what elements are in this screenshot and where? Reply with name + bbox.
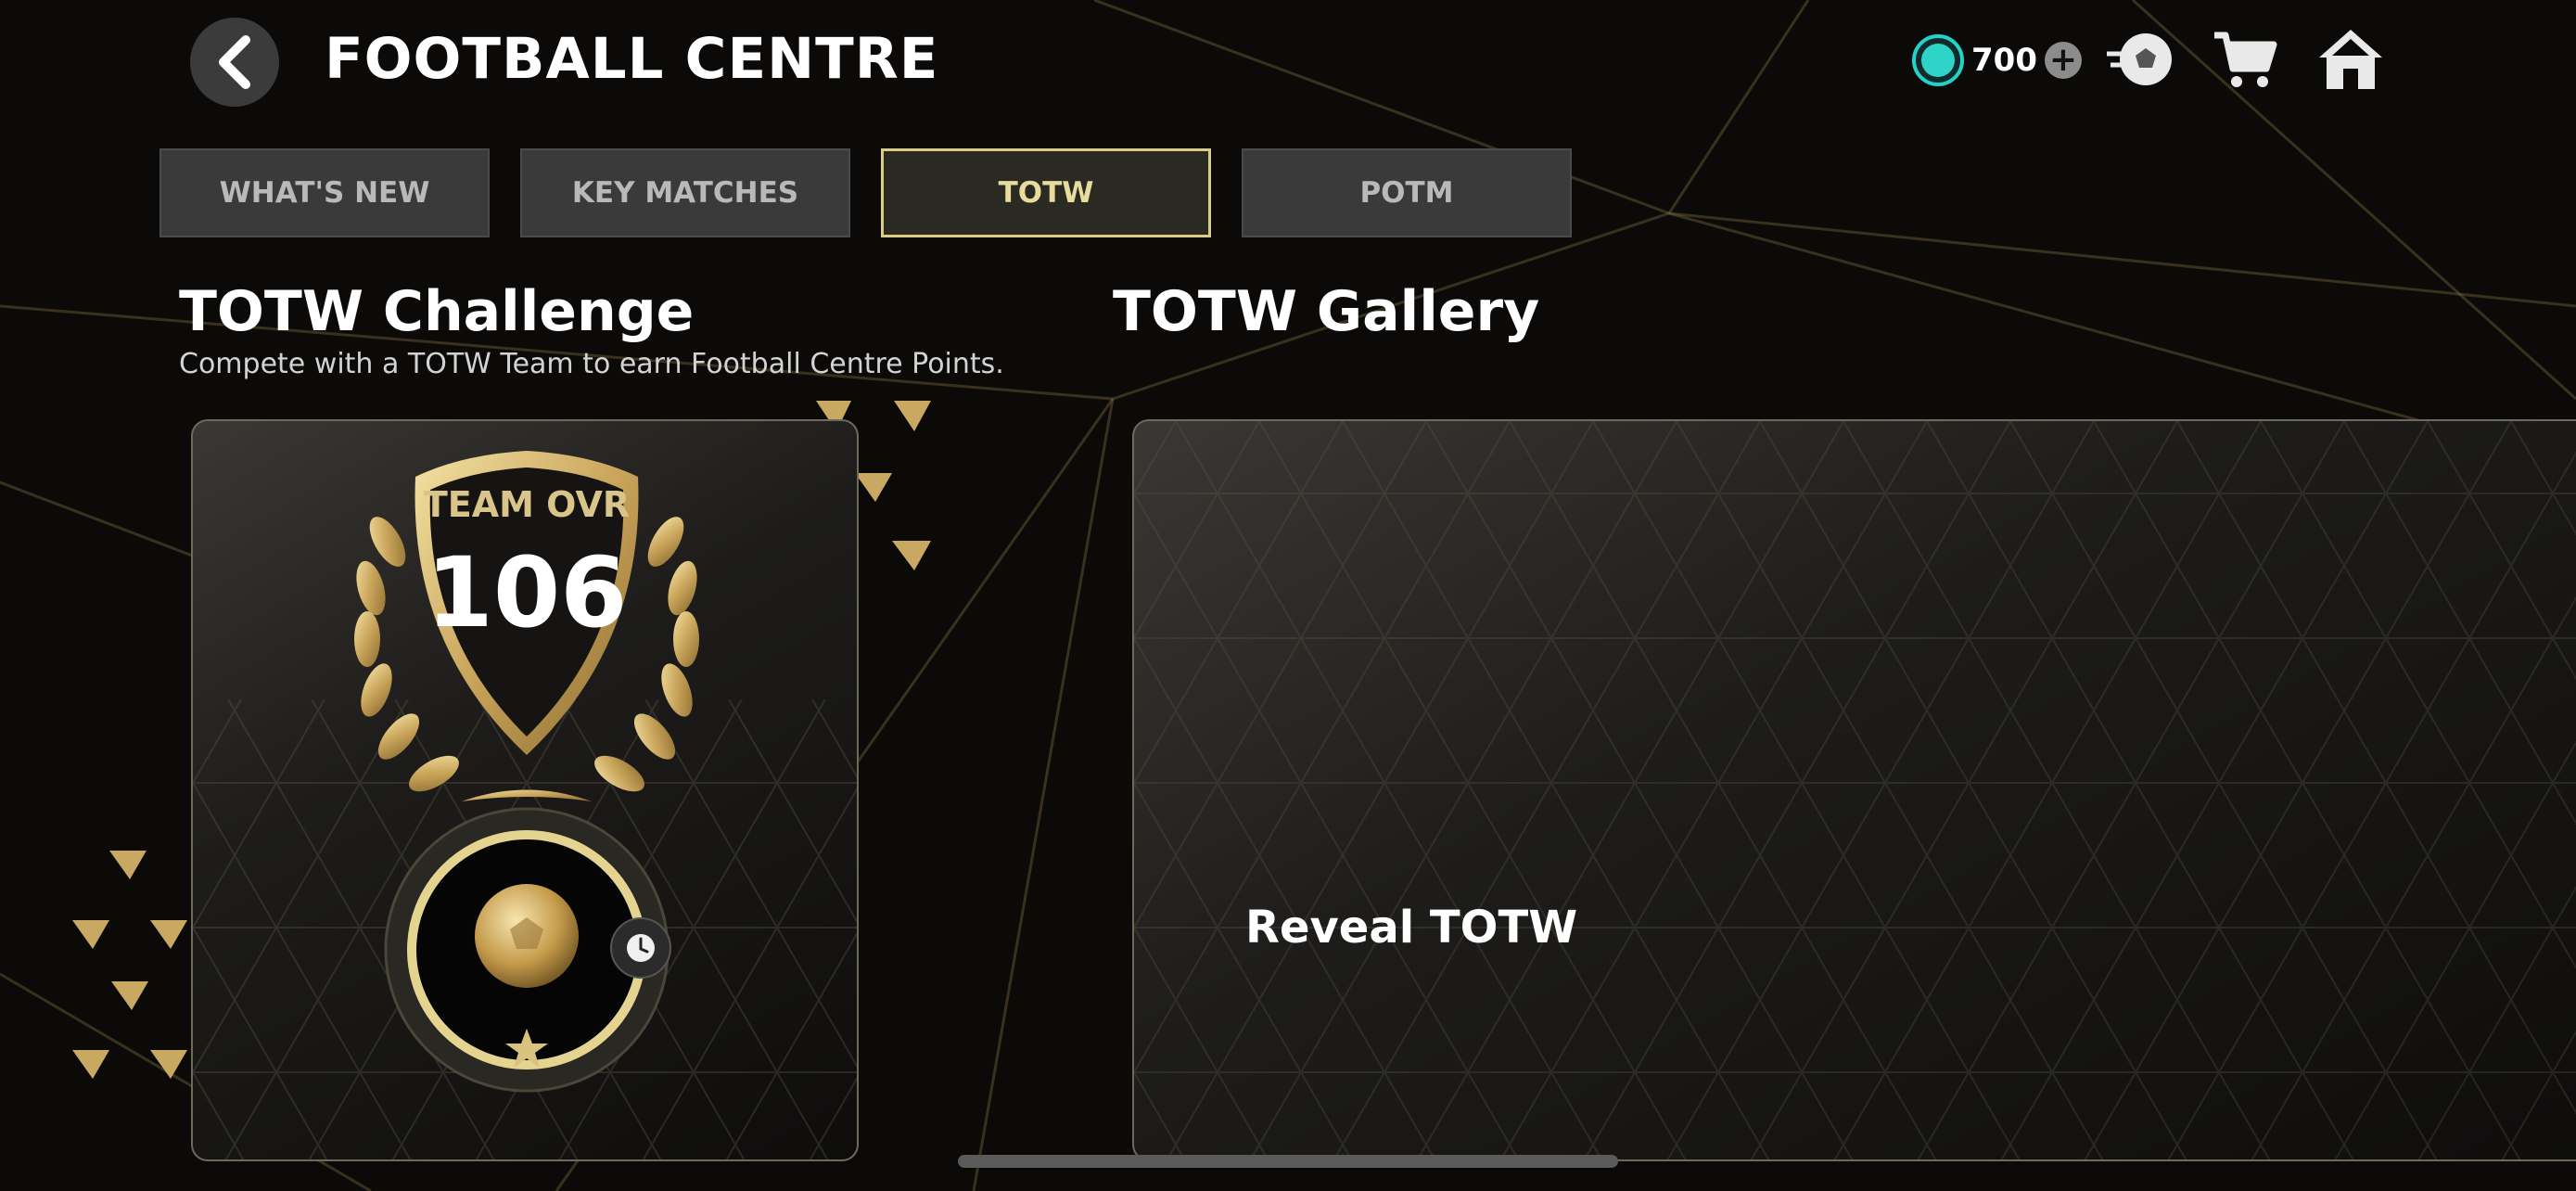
add-currency-button[interactable]: + — [2044, 42, 2082, 79]
tab-totw[interactable]: TOTW — [881, 148, 1211, 237]
chevron-left-icon — [219, 35, 250, 89]
team-ovr-label: TEAM OVR — [423, 484, 631, 525]
card-pattern — [1134, 421, 2576, 1159]
currency-value: 700 — [1971, 42, 2037, 79]
home-indicator[interactable] — [958, 1155, 1618, 1168]
packs-icon[interactable] — [2103, 26, 2177, 93]
challenge-title: TOTW Challenge — [179, 279, 695, 344]
tab-whats-new[interactable]: WHAT'S NEW — [159, 148, 490, 237]
team-ovr-value: 106 — [426, 536, 628, 649]
challenge-subtitle: Compete with a TOTW Team to earn Footbal… — [179, 348, 1004, 380]
football-centre-points-icon — [1912, 34, 1964, 86]
back-button[interactable] — [190, 18, 279, 107]
timer-icon — [610, 917, 671, 979]
tab-key-matches[interactable]: KEY MATCHES — [520, 148, 850, 237]
reveal-totw-button[interactable]: Reveal TOTW — [1245, 900, 1577, 955]
totw-challenge-card[interactable]: TEAM OVR 106 — [191, 419, 859, 1161]
totw-gallery-card[interactable] — [1132, 419, 2576, 1161]
page-title: FOOTBALL CENTRE — [325, 26, 939, 92]
currency-display: 700 + — [1912, 28, 2082, 93]
store-cart-icon[interactable] — [2209, 26, 2283, 93]
gallery-title: TOTW Gallery — [1113, 279, 1540, 344]
home-icon[interactable] — [2314, 26, 2388, 93]
tab-potm[interactable]: POTM — [1242, 148, 1572, 237]
